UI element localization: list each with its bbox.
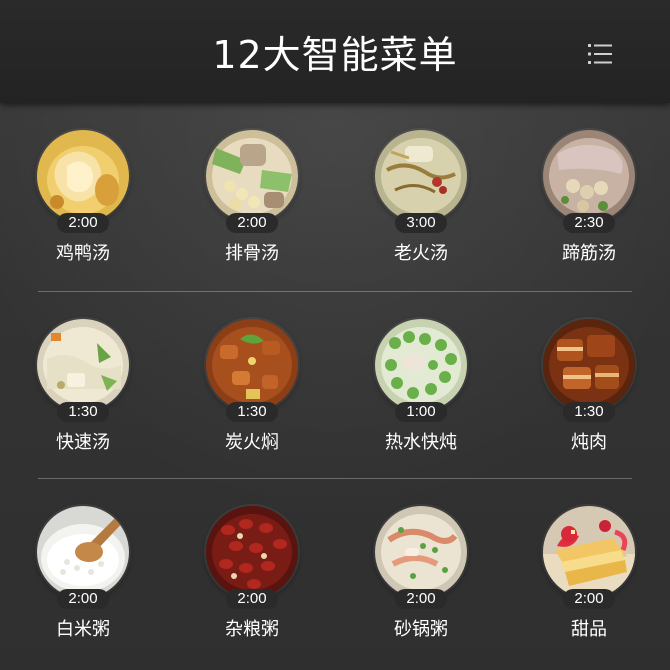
menu-item-label: 蹄筋汤 <box>562 243 616 264</box>
menu-item-dessert[interactable]: 2:00 甜品 <box>514 481 664 640</box>
menu-item-white-rice-porridge[interactable]: 2:00 白米粥 <box>8 481 158 640</box>
dessert-cake-image <box>543 506 635 598</box>
menu-item-label: 快速汤 <box>56 432 110 453</box>
hamburger-menu-icon[interactable] <box>584 38 616 70</box>
cook-time-badge: 1:30 <box>226 402 278 422</box>
menu-grid: 2:00 鸡鸭汤 2:00 排骨汤 3:00 老火汤 2:30 蹄筋汤 1:30… <box>0 103 670 670</box>
cook-time-badge: 2:30 <box>563 213 615 233</box>
cook-time-badge: 2:00 <box>57 213 109 233</box>
rice-porridge-image <box>37 506 129 598</box>
grain-porridge-image <box>206 506 298 598</box>
menu-item-label: 排骨汤 <box>225 243 279 264</box>
page-title: 12大智能菜单 <box>212 33 458 77</box>
menu-item-tendon-soup[interactable]: 2:30 蹄筋汤 <box>514 105 664 264</box>
braised-pork-image <box>543 319 635 411</box>
menu-item-hot-water-stew[interactable]: 1:00 热水快炖 <box>346 294 496 453</box>
old-fire-soup-image <box>375 130 467 222</box>
charcoal-braise-image <box>206 319 298 411</box>
menu-item-label: 白米粥 <box>56 619 110 640</box>
menu-item-braised-pork[interactable]: 1:30 炖肉 <box>514 294 664 453</box>
cook-time-badge: 2:00 <box>395 589 447 609</box>
hot-water-stew-image <box>375 319 467 411</box>
cook-time-badge: 1:30 <box>57 402 109 422</box>
menu-item-chicken-duck-soup[interactable]: 2:00 鸡鸭汤 <box>8 105 158 264</box>
menu-item-charcoal-braise[interactable]: 1:30 炭火焖 <box>177 294 327 453</box>
cook-time-badge: 2:00 <box>226 213 278 233</box>
menu-item-quick-soup[interactable]: 1:30 快速汤 <box>8 294 158 453</box>
menu-item-label: 杂粮粥 <box>225 619 279 640</box>
casserole-porridge-image <box>375 506 467 598</box>
tendon-soup-image <box>543 130 635 222</box>
cook-time-badge: 2:00 <box>563 589 615 609</box>
rib-soup-image <box>206 130 298 222</box>
menu-item-label: 热水快炖 <box>385 432 457 453</box>
menu-item-label: 鸡鸭汤 <box>56 243 110 264</box>
header-bar: 12大智能菜单 <box>0 0 670 103</box>
quick-soup-image <box>37 319 129 411</box>
menu-item-casserole-porridge[interactable]: 2:00 砂锅粥 <box>346 481 496 640</box>
cook-time-badge: 2:00 <box>57 589 109 609</box>
menu-item-label: 炖肉 <box>571 432 607 453</box>
cook-time-badge: 1:30 <box>563 402 615 422</box>
row-divider <box>38 291 632 292</box>
row-divider <box>38 478 632 479</box>
menu-item-label: 老火汤 <box>394 243 448 264</box>
menu-item-label: 甜品 <box>571 619 607 640</box>
menu-item-slow-cooked-soup[interactable]: 3:00 老火汤 <box>346 105 496 264</box>
cook-time-badge: 2:00 <box>226 589 278 609</box>
menu-item-label: 砂锅粥 <box>394 619 448 640</box>
menu-item-mixed-grain-porridge[interactable]: 2:00 杂粮粥 <box>177 481 327 640</box>
cook-time-badge: 3:00 <box>395 213 447 233</box>
menu-item-label: 炭火焖 <box>225 432 279 453</box>
chicken-soup-image <box>37 130 129 222</box>
cook-time-badge: 1:00 <box>395 402 447 422</box>
menu-item-pork-rib-soup[interactable]: 2:00 排骨汤 <box>177 105 327 264</box>
